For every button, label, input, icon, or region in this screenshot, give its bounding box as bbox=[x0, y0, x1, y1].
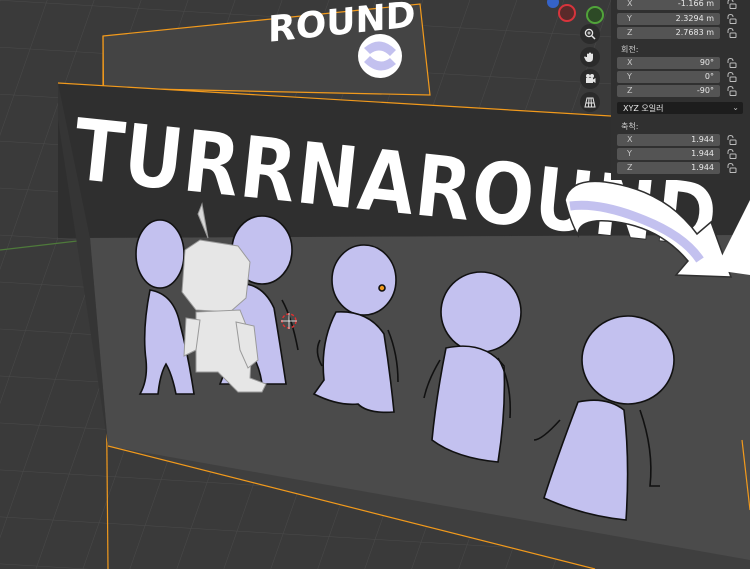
scale-label-row: 축척: bbox=[611, 120, 750, 133]
3d-viewport[interactable]: ROUND TURRNAROUND X -1.166 m Y 2.3294 m … bbox=[0, 0, 750, 569]
rotation-label: 회전: bbox=[621, 45, 639, 54]
lock-icon[interactable] bbox=[726, 135, 737, 145]
lock-icon[interactable] bbox=[726, 72, 737, 82]
toggle-projection-button[interactable] bbox=[580, 92, 600, 112]
location-x-value: -1.166 m bbox=[677, 0, 714, 8]
lock-icon[interactable] bbox=[726, 0, 737, 9]
zoom-icon bbox=[584, 28, 596, 40]
location-y-row: Y 2.3294 m bbox=[611, 13, 750, 26]
rotation-x-value: 90° bbox=[699, 58, 714, 67]
rotation-x-field[interactable]: X 90° bbox=[617, 57, 720, 69]
rotation-x-row: X 90° bbox=[611, 57, 750, 70]
lock-icon[interactable] bbox=[726, 149, 737, 159]
back-arrow-logo-icon bbox=[358, 34, 402, 78]
scale-z-row: Z 1.944 bbox=[611, 162, 750, 175]
camera-icon bbox=[586, 74, 596, 83]
rotation-y-field[interactable]: Y 0° bbox=[617, 71, 720, 83]
gizmo-neg-x-axis-icon[interactable] bbox=[558, 4, 576, 22]
lock-icon[interactable] bbox=[726, 163, 737, 173]
location-z-row: Z 2.7683 m bbox=[611, 27, 750, 40]
zoom-view-button[interactable] bbox=[580, 24, 600, 44]
lock-icon[interactable] bbox=[726, 14, 737, 24]
scale-x-row: X 1.944 bbox=[611, 134, 750, 147]
rotation-z-field[interactable]: Z -90° bbox=[617, 85, 720, 97]
chevron-down-icon: ⌄ bbox=[732, 103, 739, 112]
transform-sidebar-panel[interactable]: X -1.166 m Y 2.3294 m Z 2.7683 m 회전: X 90° Y… bbox=[611, 0, 750, 180]
location-z-field[interactable]: Z 2.7683 m bbox=[617, 27, 720, 39]
scale-z-field[interactable]: Z 1.944 bbox=[617, 162, 720, 174]
rotation-z-row: Z -90° bbox=[611, 85, 750, 98]
rotation-y-row: Y 0° bbox=[611, 71, 750, 84]
grid-icon bbox=[584, 97, 596, 108]
lock-icon[interactable] bbox=[726, 86, 737, 96]
rotation-mode-select[interactable]: XYZ 오일러 ⌄ bbox=[617, 102, 743, 114]
rotation-mode-row: XYZ 오일러 ⌄ bbox=[611, 102, 750, 115]
scale-x-field[interactable]: X 1.944 bbox=[617, 134, 720, 146]
scale-y-field[interactable]: Y 1.944 bbox=[617, 148, 720, 160]
rotation-label-row: 회전: bbox=[611, 43, 750, 56]
hand-icon bbox=[584, 52, 593, 62]
rotation-mode-value: XYZ 오일러 bbox=[623, 104, 664, 113]
location-x-row: X -1.166 m bbox=[611, 0, 750, 11]
scale-label: 축척: bbox=[621, 122, 639, 131]
lock-icon[interactable] bbox=[726, 28, 737, 38]
gizmo-neg-y-axis-icon[interactable] bbox=[586, 6, 604, 24]
scale-z-value: 1.944 bbox=[691, 163, 714, 172]
location-z-value: 2.7683 m bbox=[675, 28, 714, 37]
scale-y-value: 1.944 bbox=[691, 149, 714, 158]
scale-y-row: Y 1.944 bbox=[611, 148, 750, 161]
scale-x-value: 1.944 bbox=[691, 135, 714, 144]
location-y-field[interactable]: Y 2.3294 m bbox=[617, 13, 720, 25]
pan-view-button[interactable] bbox=[580, 47, 600, 67]
location-x-field[interactable]: X -1.166 m bbox=[617, 0, 720, 10]
rotation-z-value: -90° bbox=[696, 86, 714, 95]
lock-icon[interactable] bbox=[726, 58, 737, 68]
camera-view-button[interactable] bbox=[580, 69, 600, 89]
rotation-y-value: 0° bbox=[704, 72, 714, 81]
location-y-value: 2.3294 m bbox=[675, 14, 714, 23]
